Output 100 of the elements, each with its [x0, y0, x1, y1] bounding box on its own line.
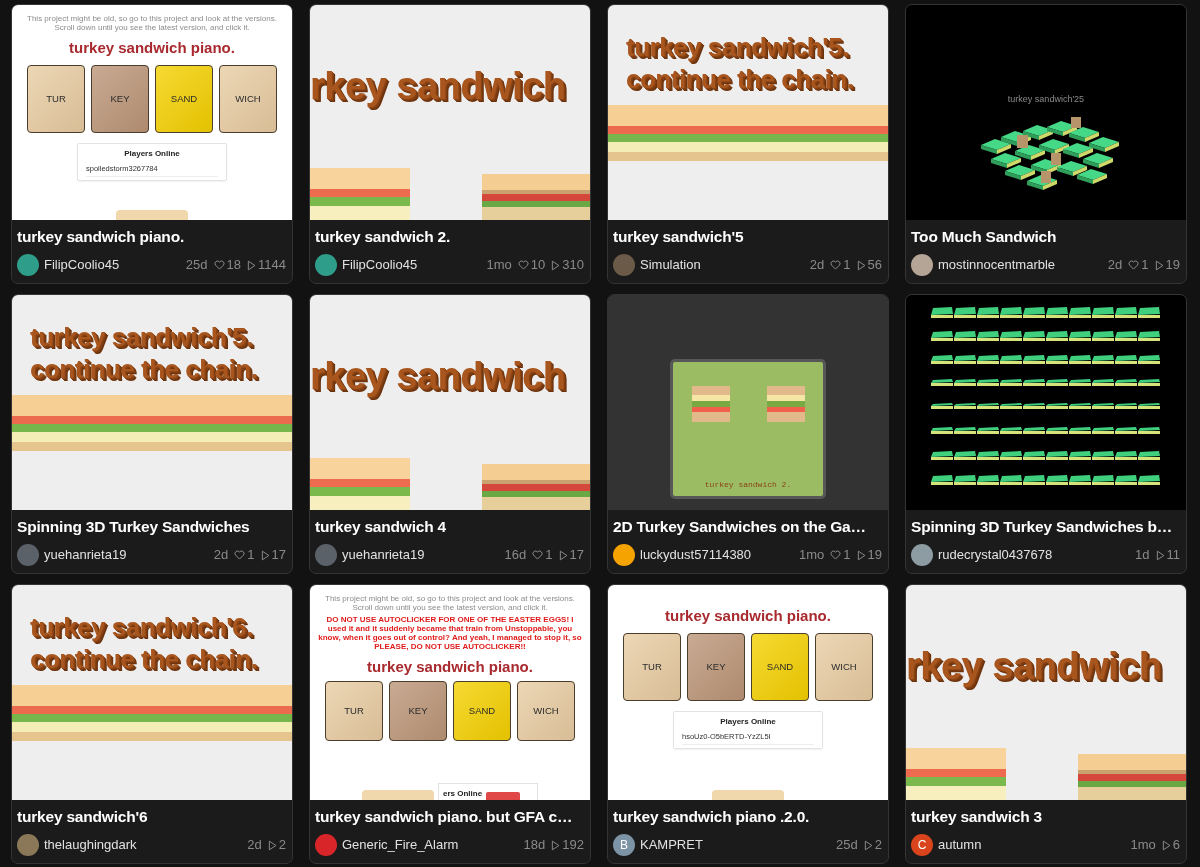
project-title[interactable]: Too Much Sandwich	[906, 220, 1186, 247]
avatar-icon[interactable]	[17, 834, 39, 856]
view-count: 11	[1166, 546, 1180, 565]
piano-key: WICH	[815, 633, 873, 701]
piano-heading: turkey sandwich piano.	[665, 607, 831, 625]
project-title[interactable]: turkey sandwich'5	[608, 220, 888, 247]
play-icon	[1154, 259, 1164, 271]
panel-title: Players Online	[123, 148, 181, 160]
banner-text: turkey sandwich'5.	[30, 321, 253, 353]
age-label: 25d	[836, 836, 858, 855]
piano-key: KEY	[389, 681, 447, 741]
age-label: 16d	[504, 546, 527, 565]
view-count: 2	[874, 836, 882, 855]
avatar-icon[interactable]	[613, 544, 635, 566]
project-card[interactable]: rkey sandwich turkey sandwich 2. FilipCoolio45 1mo 10 310	[309, 4, 591, 284]
project-card[interactable]: turkey sandwich'25 Too Much Sandwich mostinnocentmarble 2d 1 19	[905, 4, 1187, 284]
banner-text: continue the chain.	[626, 63, 854, 95]
author-name[interactable]: rudecrystal0437678	[938, 545, 1053, 565]
play-icon	[267, 839, 277, 851]
age-label: 2d	[809, 256, 825, 275]
like-count: 1	[247, 546, 255, 565]
cut-off-button	[362, 790, 434, 800]
project-card[interactable]: rkey sandwich turkey sandwich 3 C autumn 1mo 6	[905, 584, 1187, 864]
warning-text: DO NOT USE AUTOCLICKER FOR ONE OF THE EASTER EGGS! I used it and it suddenly became that train from Unstoppable, you know, when it goes out of control? And yeah, I managed to stop it, so PLEASE, DO NOT USE AUTOCLICKER!!	[318, 615, 582, 651]
project-title[interactable]: Spinning 3D Turkey Sandwiches	[12, 510, 292, 537]
piano-key: WICH	[219, 65, 277, 133]
project-title[interactable]: Spinning 3D Turkey Sandwiches b…	[906, 510, 1186, 537]
project-card[interactable]: rkey sandwich turkey sandwich 4 yuehanrieta19 16d 1 17	[309, 294, 591, 574]
board-caption: turkey sandwich 2.	[704, 479, 792, 491]
project-card[interactable]: turkey sandwich'5. continue the chain. turkey sandwich'5 Simulation 2d 1 56	[607, 4, 889, 284]
avatar-icon[interactable]	[17, 254, 39, 276]
heart-icon	[213, 260, 225, 270]
play-icon	[247, 259, 257, 271]
play-icon	[856, 259, 866, 271]
age-label: 1mo	[799, 546, 825, 565]
cut-off-button	[712, 790, 784, 800]
project-card[interactable]: Spinning 3D Turkey Sandwiches b… rudecrystal0437678 1d 11	[905, 294, 1187, 574]
play-icon	[863, 839, 873, 851]
view-count: 192	[562, 836, 584, 855]
project-card[interactable]: turkey sandwich 2. 2D Turkey Sandwiches on the Ga… luckydust57114380 1mo 1 19	[607, 294, 889, 574]
avatar-icon[interactable]	[315, 254, 337, 276]
piano-key: TUR	[27, 65, 85, 133]
banner-text: turkey sandwich'6.	[30, 611, 253, 643]
heart-icon	[830, 260, 842, 270]
piano-key: KEY	[687, 633, 745, 701]
author-name[interactable]: autumn	[938, 835, 982, 855]
author-name[interactable]: FilipCoolio45	[342, 255, 418, 275]
author-name[interactable]: luckydust57114380	[640, 545, 752, 565]
like-count: 1	[545, 546, 553, 565]
banner-text: turkey sandwich'5.	[626, 31, 849, 63]
author-name[interactable]: yuehanrieta19	[44, 545, 127, 565]
avatar-icon[interactable]	[315, 834, 337, 856]
banner-text: rkey sandwich	[310, 354, 566, 399]
author-name[interactable]: yuehanrieta19	[342, 545, 425, 565]
notice-text: This project might be old, so go to this project and look at the versions. Scroll down until you see the latest version, and click it.	[26, 14, 278, 32]
age-label: 2d	[1107, 256, 1123, 275]
project-title[interactable]: 2D Turkey Sandwiches on the Ga…	[608, 510, 888, 537]
project-title[interactable]: turkey sandwich'6	[12, 800, 292, 827]
piano-heading: turkey sandwich piano.	[69, 39, 235, 57]
heart-icon	[234, 550, 246, 560]
avatar-icon[interactable]	[911, 254, 933, 276]
project-title[interactable]: turkey sandwich piano .2.0.	[608, 800, 888, 827]
view-count: 19	[867, 546, 882, 565]
author-name[interactable]: thelaughingdark	[44, 835, 137, 855]
project-card[interactable]: turkey sandwich'6. continue the chain. turkey sandwich'6 thelaughingdark 2d 2	[11, 584, 293, 864]
project-title[interactable]: turkey sandwich piano.	[12, 220, 292, 247]
project-card[interactable]	[11, 4, 293, 284]
piano-key: SAND	[751, 633, 809, 701]
author-name[interactable]: Generic_Fire_Alarm	[342, 835, 459, 855]
author-name[interactable]: FilipCoolio45	[44, 255, 120, 275]
play-icon	[551, 839, 561, 851]
scene-label: turkey sandwich'25	[1007, 93, 1085, 106]
piano-key: TUR	[623, 633, 681, 701]
play-icon	[1155, 549, 1165, 561]
project-title[interactable]: turkey sandwich 2.	[310, 220, 590, 247]
project-title[interactable]: turkey sandwich 4	[310, 510, 590, 537]
project-card[interactable]	[309, 584, 591, 864]
like-count: 18	[226, 256, 242, 275]
like-count: 1	[843, 546, 851, 565]
view-count: 310	[562, 256, 584, 275]
heart-icon	[532, 550, 544, 560]
view-count: 17	[271, 546, 286, 565]
author-name[interactable]: Simulation	[640, 255, 701, 275]
piano-key: SAND	[155, 65, 213, 133]
banner-text: rkey sandwich	[310, 64, 566, 109]
panel-title: Players Online	[719, 716, 777, 728]
project-title[interactable]: turkey sandwich 3	[906, 800, 1186, 827]
age-label: 2d	[213, 546, 229, 565]
cut-off-button	[486, 792, 521, 800]
avatar-initial[interactable]: C	[911, 834, 933, 856]
view-count: 6	[1172, 836, 1180, 855]
banner-text: rkey sandwich	[906, 644, 1162, 689]
author-name[interactable]: mostinnocentmarble	[938, 255, 1056, 275]
project-card[interactable]: turkey sandwich'5. continue the chain. Spinning 3D Turkey Sandwiches yuehanrieta19 2d 1 17	[11, 294, 293, 574]
like-count: 10	[530, 256, 546, 275]
project-title[interactable]: turkey sandwich piano. but GFA c…	[310, 800, 590, 827]
avatar-icon[interactable]	[911, 544, 933, 566]
play-icon	[260, 549, 270, 561]
play-icon	[558, 549, 568, 561]
author-name[interactable]: KAMPRET	[640, 835, 703, 855]
